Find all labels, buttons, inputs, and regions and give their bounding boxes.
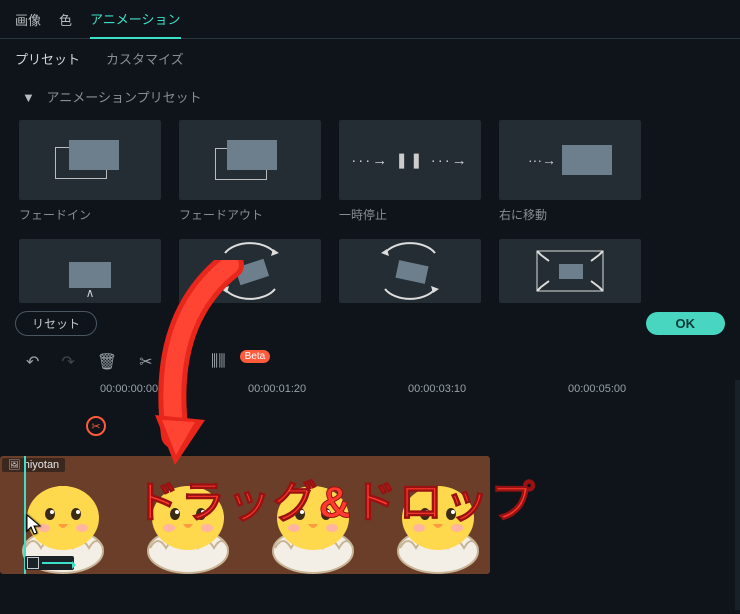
pause-icon: ···→ ❚❚ ···→	[351, 151, 468, 169]
preset-move-right[interactable]: ···→ 右に移動	[499, 120, 641, 223]
tab-image[interactable]: 画像	[15, 0, 41, 38]
time-mark: 00:00:01:20	[248, 383, 306, 395]
preset-thumb[interactable]: ···→	[499, 120, 641, 200]
preset-label: フェードイン	[19, 206, 161, 223]
preset-label: 一時停止	[339, 206, 481, 223]
rotate-icon	[179, 239, 321, 303]
preset-item[interactable]	[499, 239, 641, 303]
presets-row: フェードイン フェードアウト ···→ ❚❚ ···→ 一時停止 ···→ 右に…	[0, 120, 740, 223]
animation-indicator	[25, 556, 74, 570]
zoom-icon	[499, 239, 641, 303]
arrow-right-icon: ···→	[528, 152, 556, 168]
preset-thumb[interactable]	[499, 239, 641, 303]
presets-row: ∧	[0, 239, 740, 303]
subtab-customize[interactable]: カスタマイズ	[106, 49, 184, 68]
settings-icon[interactable]: ⚙	[175, 352, 189, 372]
disclosure-triangle-icon[interactable]: ▼	[22, 90, 35, 105]
ok-button[interactable]: OK	[646, 312, 726, 335]
preset-thumb[interactable]: ∧	[19, 239, 161, 303]
preset-thumb[interactable]: ···→ ❚❚ ···→	[339, 120, 481, 200]
reset-button[interactable]: リセット	[15, 311, 97, 336]
preset-fade-in[interactable]: フェードイン	[19, 120, 161, 223]
tab-color[interactable]: 色	[59, 0, 72, 38]
audio-icon[interactable]: ⫼⫼	[211, 353, 226, 371]
rotate-icon	[339, 239, 481, 303]
marker-icon[interactable]: ✂	[86, 416, 106, 436]
up-arrow-icon: ∧	[86, 286, 95, 300]
delete-icon[interactable]: 🗑	[97, 352, 117, 372]
time-mark: 00:00:05:00	[568, 383, 626, 395]
timeline[interactable]: ⧉ 🔗 00:00:00:00 00:00:01:20 00:00:03:10 …	[0, 380, 740, 610]
preset-thumb[interactable]	[339, 239, 481, 303]
time-ruler[interactable]: 00:00:00:00 00:00:01:20 00:00:03:10 00:0…	[88, 380, 740, 404]
beta-badge: Beta	[240, 350, 271, 363]
preset-pause[interactable]: ···→ ❚❚ ···→ 一時停止	[339, 120, 481, 223]
video-clip[interactable]: hiyotan	[0, 456, 490, 574]
timeline-toolbar: ↶ ↷ 🗑 ✂ ⚙ ⫼⫼ Beta	[0, 344, 740, 380]
preset-thumb[interactable]	[19, 120, 161, 200]
split-icon[interactable]: ✂	[139, 352, 152, 372]
preset-thumb[interactable]	[179, 120, 321, 200]
top-tabs: 画像 色 アニメーション	[0, 0, 740, 39]
time-mark: 00:00:00:00	[100, 383, 158, 395]
marker-row: ✂	[88, 404, 740, 444]
section-header[interactable]: ▼ アニメーションプリセット	[0, 73, 740, 120]
section-title: アニメーションプリセット	[47, 90, 202, 105]
preset-item[interactable]: ∧	[19, 239, 161, 303]
tab-animation[interactable]: アニメーション	[90, 0, 180, 39]
preset-label: 右に移動	[499, 206, 641, 223]
cursor-icon	[26, 514, 44, 541]
preset-item[interactable]	[339, 239, 481, 303]
undo-icon[interactable]: ↶	[26, 352, 39, 372]
subtab-preset[interactable]: プリセット	[15, 49, 80, 68]
preset-thumb[interactable]	[179, 239, 321, 303]
sub-tabs: プリセット カスタマイズ	[0, 39, 740, 73]
time-mark: 00:00:03:10	[408, 383, 466, 395]
scrollbar[interactable]	[735, 380, 740, 610]
preset-item[interactable]	[179, 239, 321, 303]
preset-fade-out[interactable]: フェードアウト	[179, 120, 321, 223]
panel-footer: リセット OK	[0, 303, 740, 344]
preset-label: フェードアウト	[179, 206, 321, 223]
redo-icon[interactable]: ↷	[61, 352, 74, 372]
